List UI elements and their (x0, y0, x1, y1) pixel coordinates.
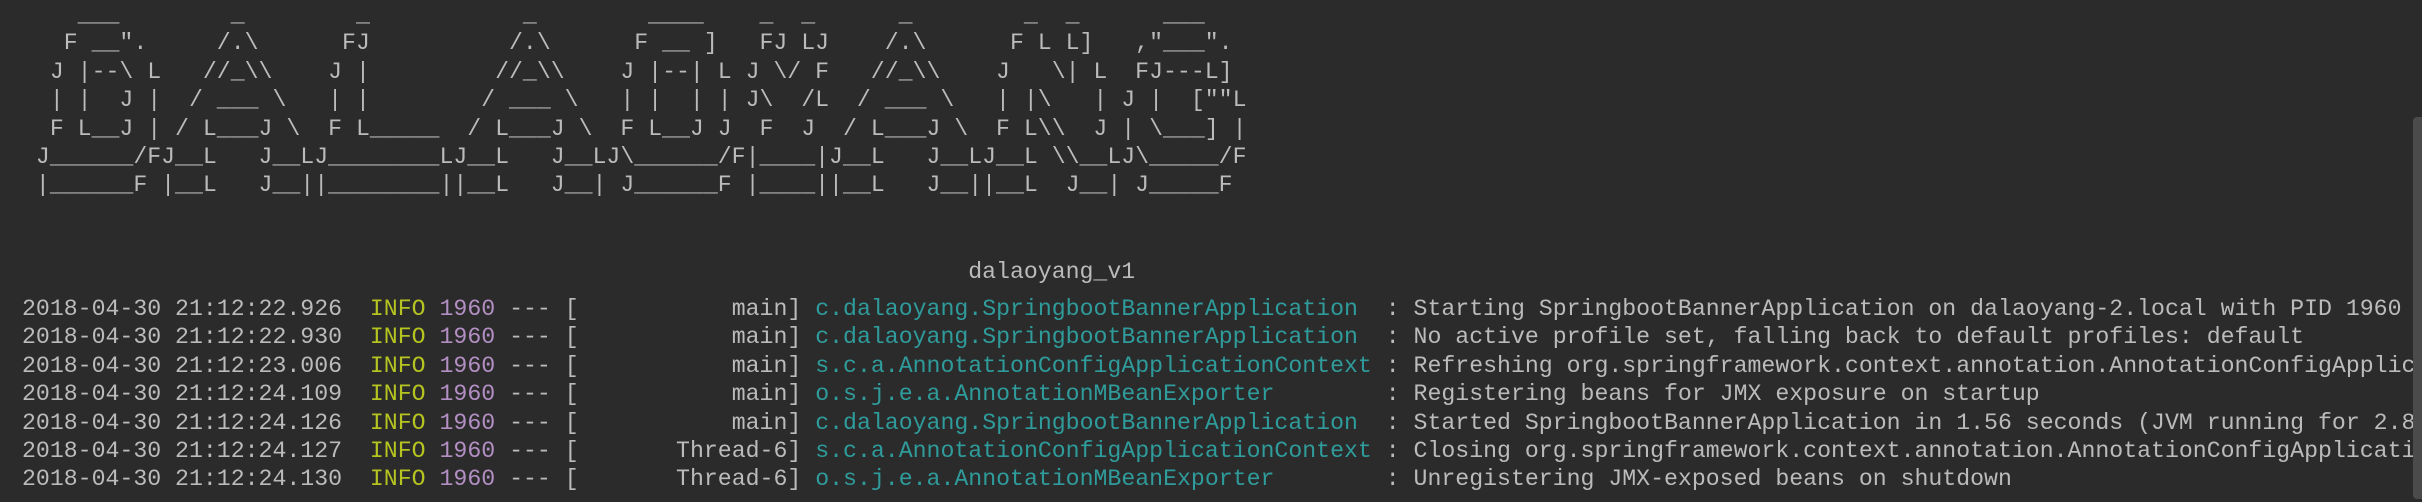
log-separator: --- [ (509, 437, 579, 464)
log-line: 2018-04-30 21:12:24.127 INFO 1960 --- [ T… (22, 437, 2413, 465)
log-level: INFO (369, 352, 426, 379)
log-separator: --- [ (509, 409, 579, 436)
log-pid: 1960 (439, 437, 496, 464)
banner-line: |______F |__L J__||________||__L J__| J_… (22, 172, 1233, 199)
log-logger: c.dalaoyang.SpringbootBannerApplication (815, 409, 1358, 436)
log-message: Starting SpringbootBannerApplication on … (1413, 296, 2402, 322)
log-logger: o.s.j.e.a.AnnotationMBeanExporter (815, 381, 1275, 408)
log-logger: s.c.a.AnnotationConfigApplicationContext (815, 352, 1372, 379)
log-level: INFO (369, 381, 426, 408)
log-message: Started SpringbootBannerApplication in 1… (1413, 409, 2413, 436)
log-thread: main (731, 409, 788, 436)
log-pid: 1960 (439, 381, 496, 408)
log-level: INFO (369, 466, 426, 493)
ascii-banner: ___ _ _ _ ____ _ _ _ _ _ ___ F __". /.\ … (22, 1, 1247, 200)
log-thread: main (731, 381, 788, 408)
log-level: INFO (369, 409, 426, 436)
log-separator: --- [ (509, 324, 579, 351)
log-logger: c.dalaoyang.SpringbootBannerApplication (815, 296, 1358, 322)
log-timestamp: 2018-04-30 21:12:22.930 (22, 324, 343, 351)
banner-line: J______/FJ__L J__LJ________LJ__L J__LJ\_… (22, 143, 1247, 170)
log-line: 2018-04-30 21:12:24.126 INFO 1960 --- [ m… (22, 409, 2413, 437)
log-line: 2018-04-30 21:12:24.109 INFO 1960 --- [ m… (22, 381, 2040, 408)
log-pid: 1960 (439, 466, 496, 493)
log-timestamp: 2018-04-30 21:12:24.109 (22, 381, 343, 408)
banner-line: | | J | / ___ \ | | / ___ \ | | | | J\ /… (22, 87, 1247, 114)
log-level: INFO (369, 324, 426, 351)
log-thread: main (731, 352, 788, 379)
log-message: Unregistering JMX-exposed beans on shutd… (1413, 466, 2012, 493)
banner-line: F __". /.\ FJ /.\ F __ ] FJ LJ /.\ F L L… (22, 30, 1233, 57)
log-line: 2018-04-30 21:12:24.130 INFO 1960 --- [ T… (22, 466, 2012, 493)
log-list: 2018-04-30 21:12:22.926 INFO 1960 --- [ m… (22, 295, 2413, 494)
log-timestamp: 2018-04-30 21:12:22.926 (22, 296, 343, 322)
log-thread: main (731, 296, 788, 322)
log-message: Refreshing org.springframework.context.a… (1413, 352, 2413, 379)
log-separator: --- [ (509, 466, 579, 493)
version-line: dalaoyang_v1 (968, 259, 1136, 285)
log-separator: --- [ (509, 296, 579, 322)
banner-line: ___ _ _ _ ____ _ _ _ _ _ ___ (22, 2, 1205, 28)
log-thread: Thread-6 (676, 437, 788, 464)
banner-line: F L__J | / L___J \ F L_____ / L___J \ F … (22, 115, 1247, 142)
log-timestamp: 2018-04-30 21:12:23.006 (22, 352, 343, 379)
log-separator: --- [ (509, 381, 579, 408)
log-thread: main (731, 324, 788, 351)
log-line: 2018-04-30 21:12:23.006 INFO 1960 --- [ m… (22, 352, 2413, 380)
log-level: INFO (369, 296, 426, 322)
log-timestamp: 2018-04-30 21:12:24.126 (22, 409, 343, 436)
console-output[interactable]: ___ _ _ _ ____ _ _ _ _ _ ___ F __". /.\ … (0, 0, 2413, 502)
scrollbar-thumb[interactable] (2413, 117, 2422, 499)
log-message: Registering beans for JMX exposure on st… (1413, 381, 2040, 408)
log-pid: 1960 (439, 352, 496, 379)
log-message: Closing org.springframework.context.anno… (1413, 437, 2413, 464)
log-message: No active profile set, falling back to d… (1413, 324, 2305, 351)
log-thread: Thread-6 (676, 466, 788, 493)
log-separator: --- [ (509, 352, 579, 379)
log-line: 2018-04-30 21:12:22.930 INFO 1960 --- [ m… (22, 324, 2305, 351)
log-pid: 1960 (439, 324, 496, 351)
log-pid: 1960 (439, 296, 496, 322)
log-pid: 1960 (439, 409, 496, 436)
vertical-scrollbar[interactable] (2413, 0, 2422, 502)
log-timestamp: 2018-04-30 21:12:24.130 (22, 466, 343, 493)
log-timestamp: 2018-04-30 21:12:24.127 (22, 437, 343, 464)
log-line: 2018-04-30 21:12:22.926 INFO 1960 --- [ m… (22, 296, 2402, 322)
banner-line: J |--\ L //_\\ J | //_\\ J |--| L J \/ F… (22, 58, 1233, 85)
log-logger: c.dalaoyang.SpringbootBannerApplication (815, 324, 1358, 351)
log-level: INFO (369, 437, 426, 464)
log-logger: o.s.j.e.a.AnnotationMBeanExporter (815, 466, 1275, 493)
log-logger: s.c.a.AnnotationConfigApplicationContext (815, 437, 1372, 464)
